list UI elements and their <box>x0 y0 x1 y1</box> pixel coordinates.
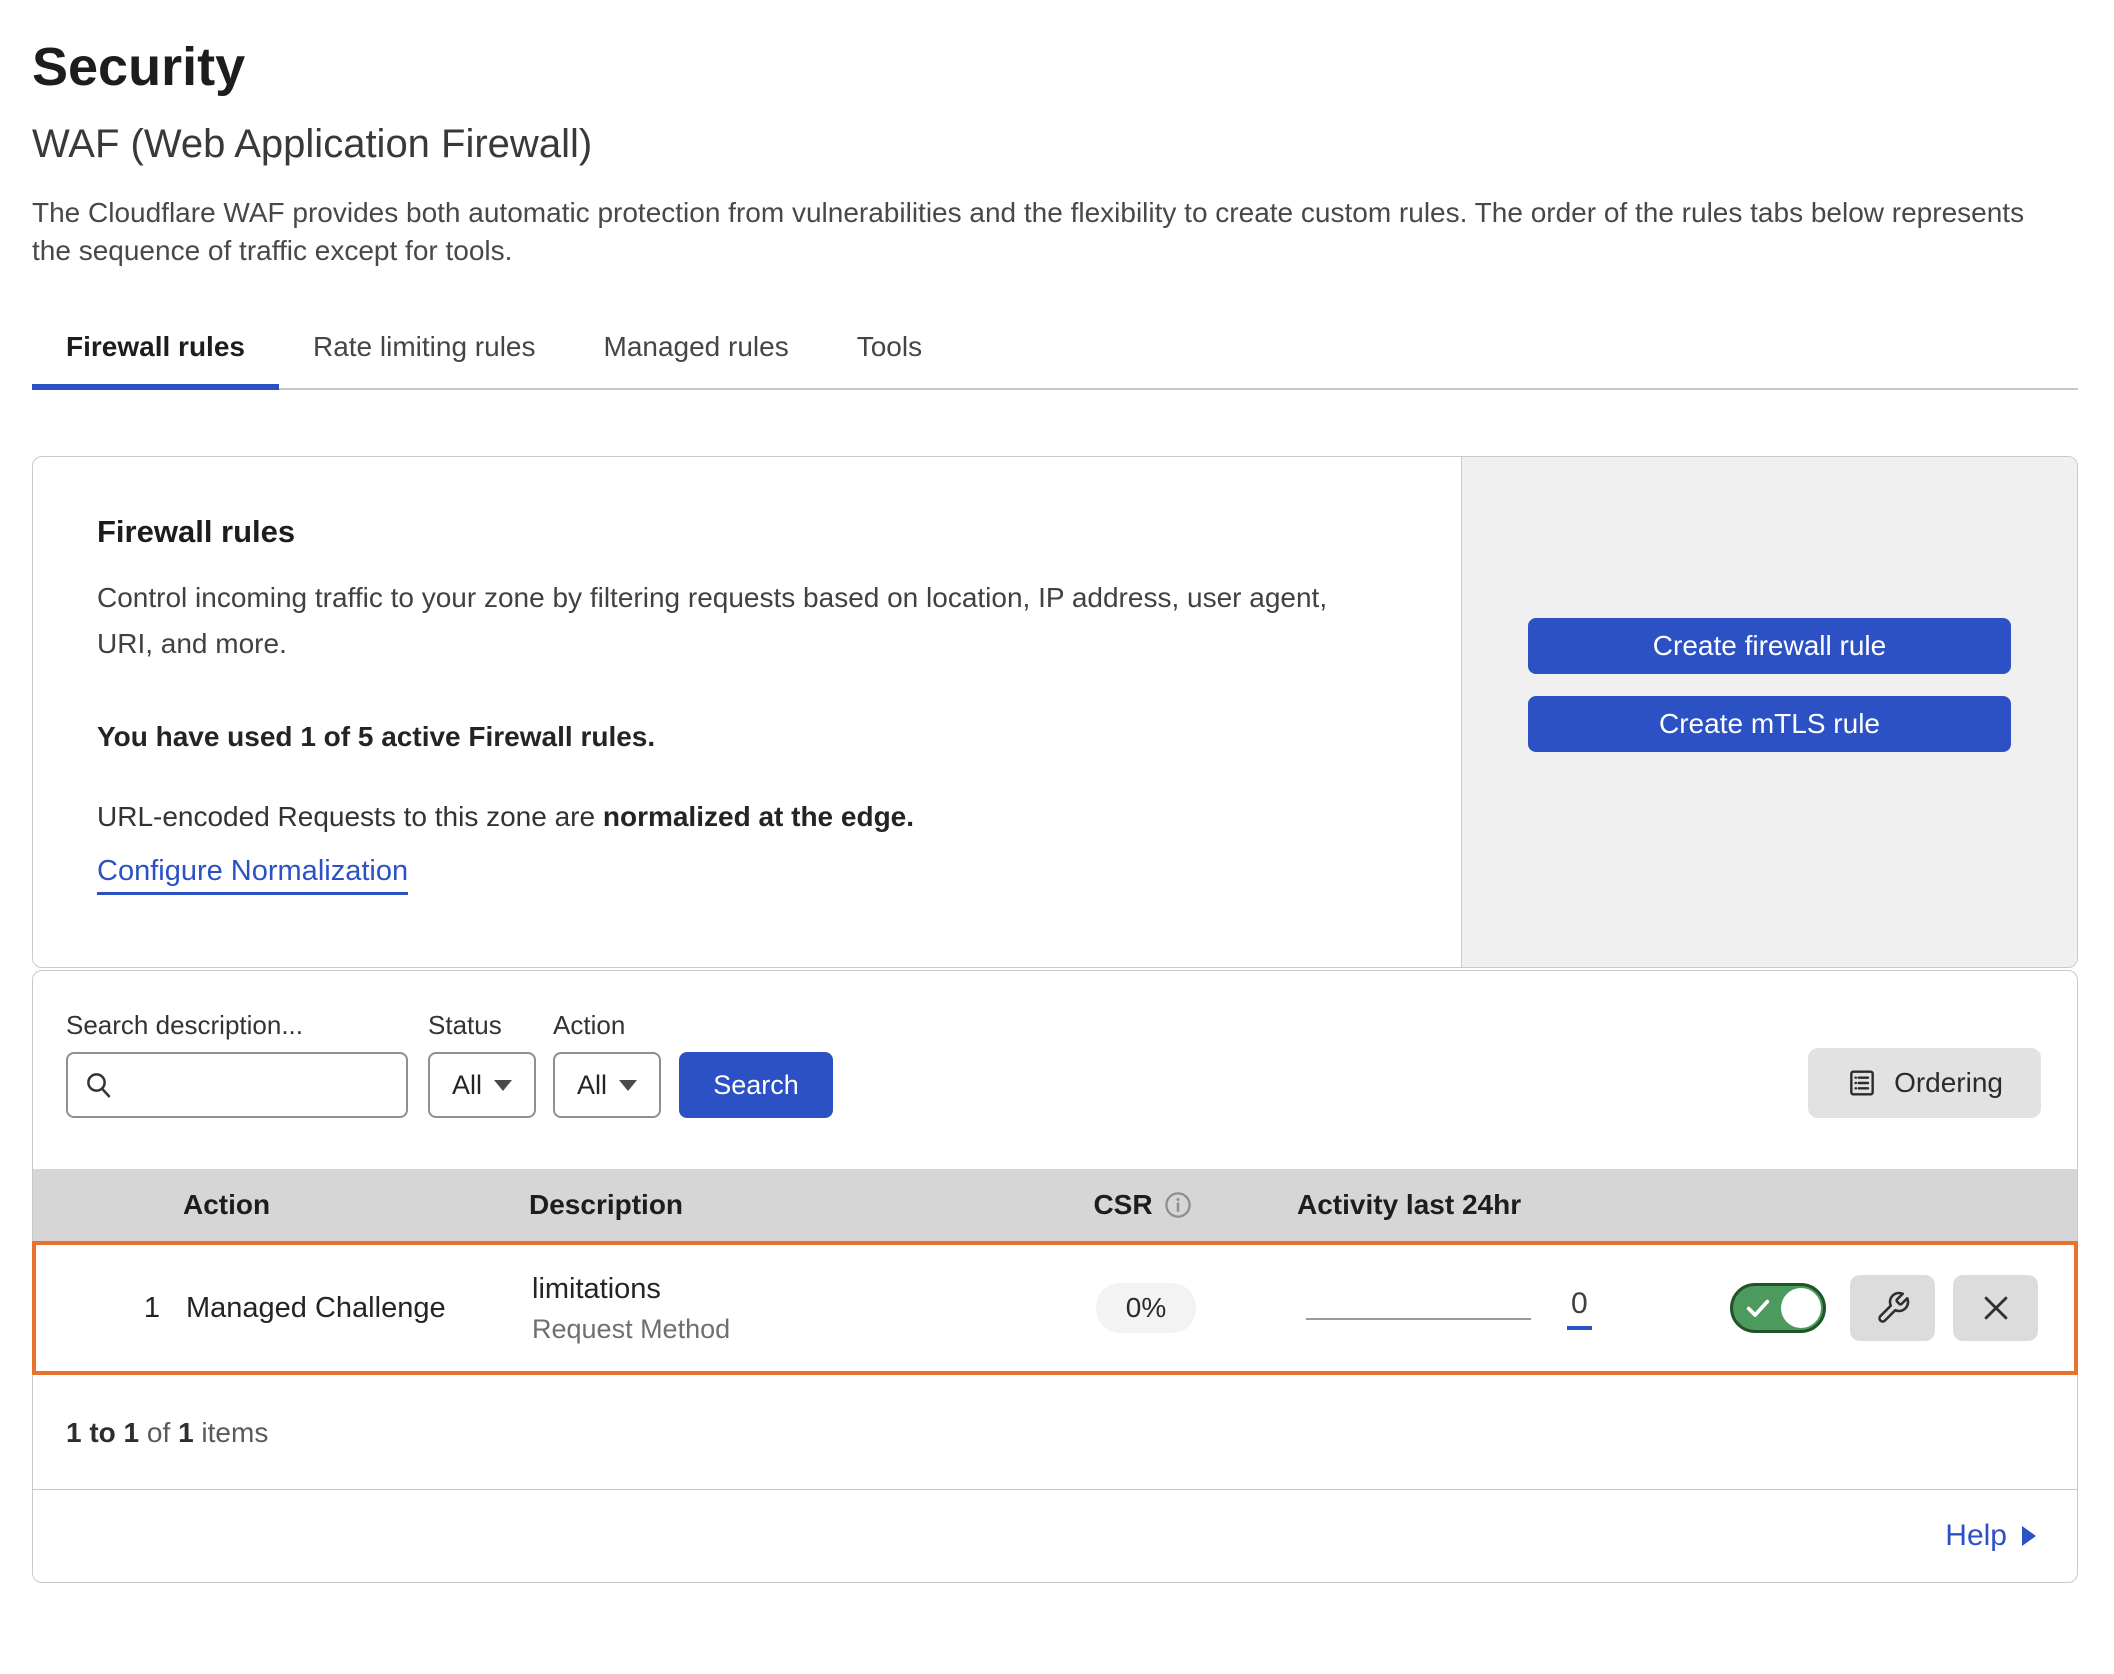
page-subtitle: WAF (Web Application Firewall) <box>32 120 2078 168</box>
search-filter-group: Search description... <box>66 1010 408 1118</box>
tab-rate-limiting-rules[interactable]: Rate limiting rules <box>279 314 570 388</box>
help-arrow-icon <box>2021 1525 2037 1547</box>
rule-action: Managed Challenge <box>186 1292 516 1325</box>
chevron-down-icon <box>494 1080 512 1091</box>
tab-label: Tools <box>857 331 922 362</box>
check-icon <box>1744 1294 1772 1322</box>
delete-rule-button[interactable] <box>1953 1275 2038 1341</box>
ordering-list-icon <box>1846 1067 1878 1099</box>
edit-rule-button[interactable] <box>1850 1275 1935 1341</box>
search-button[interactable]: Search <box>679 1052 833 1118</box>
table-row: 1 Managed Challenge limitations Request … <box>32 1241 2078 1375</box>
csr-badge: 0% <box>1096 1283 1196 1333</box>
card-side-panel: Create firewall rule Create mTLS rule <box>1461 457 2077 967</box>
firewall-rules-overview-card: Firewall rules Control incoming traffic … <box>32 456 2078 968</box>
overview-text-panel: Firewall rules Control incoming traffic … <box>33 457 1461 967</box>
activity-sparkline <box>1306 1318 1531 1320</box>
normalization-prefix: URL-encoded Requests to this zone are <box>97 801 603 832</box>
normalization-note: URL-encoded Requests to this zone are no… <box>97 799 1397 835</box>
tab-bar: Firewall rules Rate limiting rules Manag… <box>32 314 2078 390</box>
ordering-button[interactable]: Ordering <box>1808 1048 2041 1118</box>
create-firewall-rule-button[interactable]: Create firewall rule <box>1528 618 2011 674</box>
rule-activity-cell: 0 <box>1286 1287 1706 1330</box>
rule-csr-cell: 0% <box>1006 1283 1286 1333</box>
usage-note: You have used 1 of 5 active Firewall rul… <box>97 719 1397 755</box>
create-mtls-rule-button[interactable]: Create mTLS rule <box>1528 696 2011 752</box>
tab-label: Rate limiting rules <box>313 331 536 362</box>
rule-description: limitations <box>532 1271 1006 1307</box>
action-label: Action <box>553 1010 661 1040</box>
rule-controls <box>1706 1275 2074 1341</box>
rule-enabled-toggle[interactable] <box>1730 1283 1826 1333</box>
pagination-of: of <box>139 1417 178 1448</box>
header-action: Action <box>183 1189 513 1221</box>
rule-index: 1 <box>36 1292 186 1325</box>
header-csr: CSR <box>1003 1189 1283 1221</box>
wrench-icon <box>1875 1290 1911 1326</box>
normalization-bold: normalized at the edge. <box>603 801 914 832</box>
status-label: Status <box>428 1010 536 1040</box>
tab-firewall-rules[interactable]: Firewall rules <box>32 314 279 388</box>
help-row: Help <box>33 1490 2077 1582</box>
table-header: Action Description CSR Activity last 24h… <box>33 1169 2077 1241</box>
page-description: The Cloudflare WAF provides both automat… <box>32 194 2052 270</box>
pagination-items: items <box>194 1417 269 1448</box>
configure-normalization-link[interactable]: Configure Normalization <box>97 853 408 895</box>
waf-page: Security WAF (Web Application Firewall) … <box>32 36 2078 1583</box>
activity-count[interactable]: 0 <box>1567 1287 1592 1330</box>
info-icon[interactable] <box>1163 1190 1193 1220</box>
tab-label: Managed rules <box>604 331 789 362</box>
header-csr-label: CSR <box>1093 1189 1152 1221</box>
header-description: Description <box>513 1189 1003 1221</box>
tab-tools[interactable]: Tools <box>823 314 956 388</box>
tab-label: Firewall rules <box>66 331 245 362</box>
page-title: Security <box>32 36 2078 98</box>
tab-managed-rules[interactable]: Managed rules <box>570 314 823 388</box>
card-description: Control incoming traffic to your zone by… <box>97 575 1377 667</box>
help-label: Help <box>1945 1519 2007 1553</box>
action-dropdown[interactable]: All <box>553 1052 661 1118</box>
firewall-rules-table-card: Search description... Status All Action <box>32 970 2078 1583</box>
search-input[interactable] <box>66 1052 408 1118</box>
toggle-knob <box>1781 1288 1821 1328</box>
status-filter-group: Status All <box>428 1010 536 1118</box>
action-filter-group: Action All <box>553 1010 661 1118</box>
status-dropdown[interactable]: All <box>428 1052 536 1118</box>
pagination-range: 1 to 1 <box>66 1417 139 1448</box>
search-box <box>66 1052 408 1118</box>
action-dropdown-value: All <box>577 1070 607 1101</box>
header-activity: Activity last 24hr <box>1283 1189 1703 1221</box>
status-dropdown-value: All <box>452 1070 482 1101</box>
rule-field: Request Method <box>532 1312 1006 1346</box>
rule-description-cell: limitations Request Method <box>516 1271 1006 1346</box>
search-icon <box>84 1070 114 1100</box>
filters-bar: Search description... Status All Action <box>33 971 2077 1169</box>
card-heading: Firewall rules <box>97 513 1397 551</box>
search-label: Search description... <box>66 1010 408 1040</box>
pagination-total: 1 <box>178 1417 194 1448</box>
chevron-down-icon <box>619 1080 637 1091</box>
ordering-button-label: Ordering <box>1894 1067 2003 1099</box>
pagination-summary: 1 to 1 of 1 items <box>33 1375 2077 1490</box>
help-link[interactable]: Help <box>1945 1519 2037 1553</box>
close-icon <box>1979 1291 2013 1325</box>
